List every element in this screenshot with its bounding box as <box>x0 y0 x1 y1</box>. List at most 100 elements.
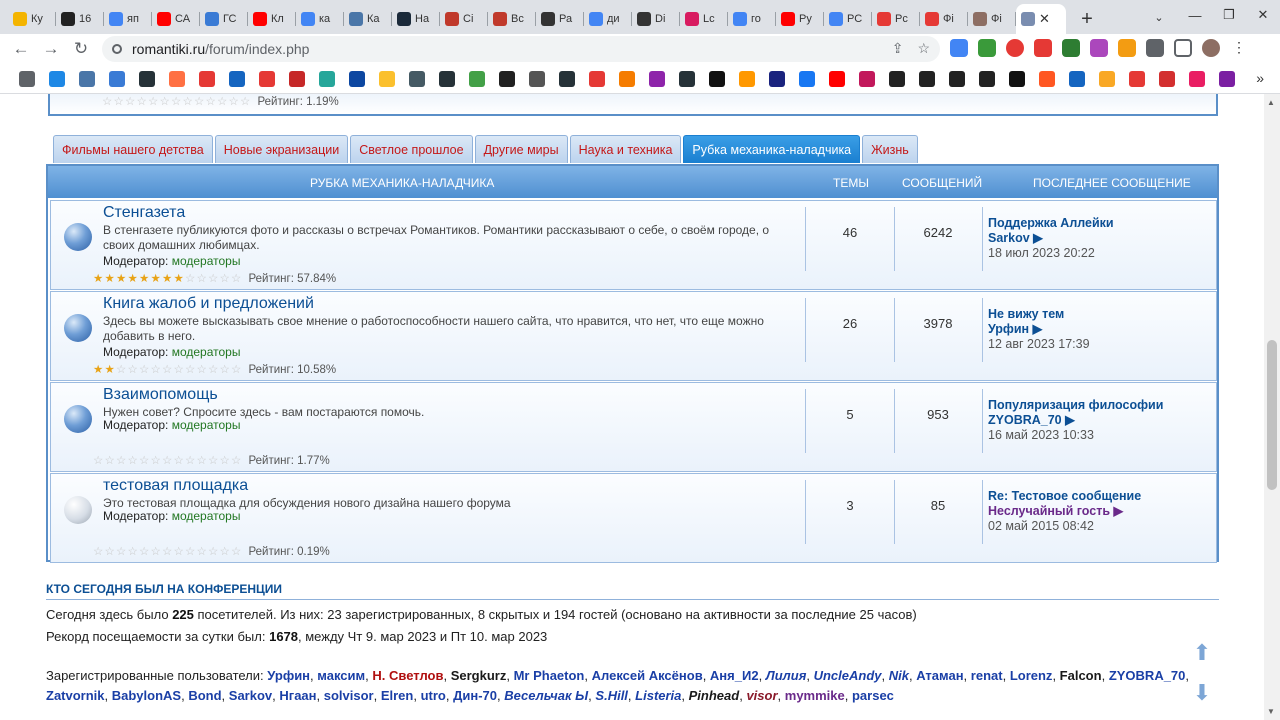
user-link[interactable]: максим <box>317 668 365 683</box>
category-tab[interactable]: Фильмы нашего детства <box>53 135 213 163</box>
address-bar[interactable]: romantiki.ru/forum/index.php ⇪ ☆ <box>102 36 940 62</box>
sidepanel-icon[interactable] <box>1174 39 1192 57</box>
user-link[interactable]: Elren <box>381 688 414 703</box>
bookmark-icon[interactable] <box>132 70 162 88</box>
menu-icon[interactable]: ⋮ <box>1230 39 1248 57</box>
user-link[interactable]: Mr Phaeton <box>514 668 585 683</box>
browser-tab[interactable]: На <box>392 4 440 34</box>
bookmark-icon[interactable] <box>732 70 762 88</box>
user-link[interactable]: Pinhead <box>689 688 740 703</box>
bookmark-icon[interactable] <box>342 70 372 88</box>
bookmark-icon[interactable] <box>1032 70 1062 88</box>
user-link[interactable]: Нгаан <box>279 688 316 703</box>
bookmark-icon[interactable] <box>702 70 732 88</box>
bookmark-icon[interactable] <box>1212 70 1242 88</box>
user-link[interactable]: UncleAndy <box>814 668 882 683</box>
browser-tab[interactable]: Ру <box>776 4 824 34</box>
bookmark-icon[interactable] <box>882 70 912 88</box>
scroll-up-arrow-icon[interactable]: ⬆ <box>1190 640 1214 666</box>
bookmark-icon[interactable] <box>492 70 522 88</box>
browser-tab[interactable]: Ка <box>344 4 392 34</box>
browser-tab[interactable]: ди <box>584 4 632 34</box>
bookmark-icon[interactable] <box>672 70 702 88</box>
page-scrollbar[interactable]: ▲ ▼ <box>1264 94 1280 720</box>
bookmark-icon[interactable] <box>192 70 222 88</box>
bookmark-icon[interactable] <box>72 70 102 88</box>
moderators-link[interactable]: модераторы <box>172 254 241 268</box>
bookmark-icon[interactable] <box>762 70 792 88</box>
user-link[interactable]: Zatvornik <box>46 688 105 703</box>
translate-extension-icon[interactable] <box>950 39 968 57</box>
browser-tab[interactable]: Рс <box>872 4 920 34</box>
scrollbar-thumb[interactable] <box>1267 340 1277 490</box>
bookmark-star-icon[interactable]: ☆ <box>917 40 930 57</box>
user-link[interactable]: mymmike <box>785 688 845 703</box>
user-link[interactable]: parsec <box>852 688 894 703</box>
browser-tab[interactable]: яп <box>104 4 152 34</box>
bookmark-icon[interactable] <box>372 70 402 88</box>
last-post-author[interactable]: Урфин ▶ <box>988 322 1090 337</box>
bookmark-icon[interactable] <box>432 70 462 88</box>
video-extension-icon[interactable] <box>1034 39 1052 57</box>
category-tab[interactable]: Другие миры <box>474 135 568 163</box>
forum-title[interactable]: Книга жалоб и предложений <box>103 295 314 313</box>
category-tab[interactable]: Жизнь <box>862 135 918 163</box>
tab-search-icon[interactable]: ⌄ <box>1148 6 1170 28</box>
browser-tab[interactable]: Ку <box>8 4 56 34</box>
user-link[interactable]: ZYOBRA_70 <box>1109 668 1186 683</box>
bookmark-icon[interactable] <box>312 70 342 88</box>
scroll-down-icon[interactable]: ▼ <box>1267 707 1275 716</box>
user-link[interactable]: Атаман <box>916 668 963 683</box>
color-extension-icon[interactable] <box>1090 39 1108 57</box>
minimize-button[interactable]: — <box>1178 8 1212 23</box>
bookmark-icon[interactable] <box>252 70 282 88</box>
browser-tab[interactable]: го <box>728 4 776 34</box>
browser-tab[interactable]: ГС <box>200 4 248 34</box>
new-tab-button[interactable]: + <box>1072 4 1102 34</box>
last-post-author[interactable]: Sarkov ▶ <box>988 231 1114 246</box>
browser-tab[interactable]: Кл <box>248 4 296 34</box>
user-link[interactable]: utro <box>421 688 446 703</box>
user-link[interactable]: Урфин <box>267 668 310 683</box>
bookmark-icon[interactable] <box>822 70 852 88</box>
browser-tab[interactable]: 16 <box>56 4 104 34</box>
browser-tab[interactable]: СА <box>152 4 200 34</box>
user-link[interactable]: Н. Светлов <box>372 668 443 683</box>
browser-tab[interactable]: Вс <box>488 4 536 34</box>
category-tab[interactable]: Наука и техника <box>569 135 682 163</box>
back-icon[interactable]: ← <box>6 39 36 59</box>
user-link[interactable]: Дин-70 <box>453 688 497 703</box>
last-post-title[interactable]: Популяризация философии <box>988 398 1163 413</box>
last-post-title[interactable]: Не вижу тем <box>988 307 1090 322</box>
scroll-down-arrow-icon[interactable]: ⬇ <box>1190 680 1214 706</box>
bookmark-icon[interactable] <box>1152 70 1182 88</box>
download-extension-icon[interactable] <box>1062 39 1080 57</box>
browser-tab[interactable]: РС <box>824 4 872 34</box>
restore-button[interactable]: ❐ <box>1212 7 1246 23</box>
last-post-title[interactable]: Re: Тестовое сообщение <box>988 489 1141 504</box>
user-link[interactable]: Sarkov <box>229 688 272 703</box>
user-link[interactable]: Listeria <box>635 688 681 703</box>
bookmark-icon[interactable] <box>972 70 1002 88</box>
reload-icon[interactable]: ↻ <box>66 39 96 59</box>
puzzle-icon[interactable] <box>1146 39 1164 57</box>
browser-tab[interactable]: ка <box>296 4 344 34</box>
browser-tab[interactable]: Фі <box>968 4 1016 34</box>
forum-title[interactable]: Стенгазета <box>103 204 185 222</box>
site-info-icon[interactable] <box>112 44 122 54</box>
off-extension-icon[interactable] <box>1118 39 1136 57</box>
user-link[interactable]: solvisor <box>324 688 374 703</box>
category-tab[interactable]: Рубка механика-наладчика <box>683 135 861 163</box>
bookmark-icon[interactable] <box>1002 70 1032 88</box>
adblock-extension-icon[interactable] <box>1006 39 1024 57</box>
bookmark-icon[interactable] <box>402 70 432 88</box>
bookmark-icon[interactable] <box>612 70 642 88</box>
forum-title[interactable]: Взаимопомощь <box>103 386 218 404</box>
bookmark-icon[interactable] <box>282 70 312 88</box>
bookmark-icon[interactable] <box>222 70 252 88</box>
bookmark-icon[interactable] <box>942 70 972 88</box>
user-link[interactable]: Lorenz <box>1010 668 1053 683</box>
bookmark-icon[interactable] <box>912 70 942 88</box>
moderators-link[interactable]: модераторы <box>172 345 241 359</box>
browser-tab[interactable]: Ра <box>536 4 584 34</box>
